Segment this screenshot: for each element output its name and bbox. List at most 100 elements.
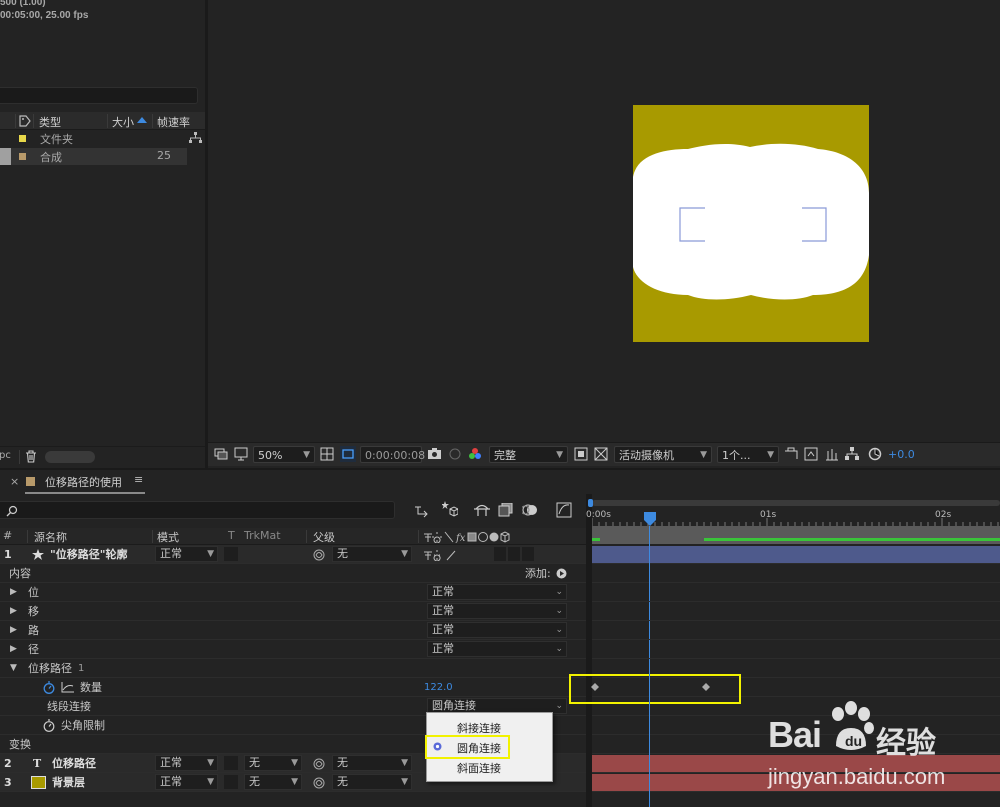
parent-select[interactable]: 无 ▼ [332, 546, 412, 562]
column-parent[interactable]: 父级 [313, 529, 335, 545]
column-fps[interactable]: 帧速率 [157, 114, 190, 130]
blend-mode-select[interactable]: 正常 ▼ [155, 546, 218, 562]
close-tab-icon[interactable]: × [10, 475, 19, 488]
mask-visibility-icon[interactable] [340, 446, 356, 462]
preserve-transparency-toggle[interactable] [224, 756, 238, 770]
column-size[interactable]: 大小 [112, 114, 134, 130]
project-item-comp[interactable]: 合成 25 [0, 148, 187, 165]
layer-name[interactable]: "位移路径"轮廓 [50, 545, 127, 564]
thumbnail-size-slider[interactable] [45, 451, 95, 463]
group-blend-select[interactable]: 正常 ⌄ [427, 603, 567, 619]
group-blend-select[interactable]: 正常 ⌄ [427, 622, 567, 638]
comp-mini-flowchart-icon[interactable] [414, 504, 428, 518]
amount-row[interactable]: 数量 122.0 [0, 678, 586, 697]
expand-arrow-right-icon[interactable]: ▶ [10, 640, 17, 659]
reset-exposure-icon[interactable] [868, 447, 882, 461]
exposure-value[interactable]: +0.0 [888, 446, 915, 463]
timeline-tab-title[interactable]: 位移路径的使用 [45, 474, 122, 490]
frame-blending-icon[interactable] [498, 503, 514, 517]
transparency-grid-icon[interactable] [594, 447, 608, 461]
snapshot-camera-icon[interactable] [427, 447, 442, 461]
layer-row-1[interactable]: 1 "位移路径"轮廓 正常 ▼ 无 ▼ [0, 545, 586, 564]
parent-value: 无 [337, 775, 348, 788]
shape-group-row[interactable]: ▶ 径 正常 ⌄ [0, 640, 586, 659]
layer-duration-bar[interactable] [592, 546, 1000, 563]
camera-select[interactable]: 活动摄像机 ▼ [614, 446, 712, 463]
composition-viewer[interactable] [208, 0, 1000, 442]
project-search-input[interactable] [0, 87, 198, 104]
shy-layers-icon[interactable] [474, 503, 490, 517]
expand-arrow-down-icon[interactable]: ▼ [10, 659, 17, 678]
column-mode[interactable]: 模式 [157, 529, 179, 545]
flowchart-icon[interactable] [845, 447, 859, 461]
add-play-icon[interactable] [556, 568, 567, 579]
layer-name[interactable]: 背景层 [52, 773, 85, 792]
layer-bar-track-1[interactable] [592, 545, 1000, 564]
time-navigator[interactable] [588, 499, 1000, 507]
expand-arrow-right-icon[interactable]: ▶ [10, 602, 17, 621]
group-blend-select[interactable]: 正常 ⌄ [427, 584, 567, 600]
column-source-name[interactable]: 源名称 [34, 529, 67, 545]
column-type[interactable]: 类型 [39, 114, 61, 130]
shape-group-label[interactable]: 位 [28, 583, 39, 602]
layer-name[interactable]: 位移路径 [52, 754, 96, 773]
label-tag-icon[interactable] [19, 115, 31, 127]
column-trkmat[interactable]: TrkMat [244, 529, 281, 542]
preserve-transparency-toggle[interactable] [224, 775, 238, 789]
offset-paths-row[interactable]: ▼ 位移路径 1 [0, 659, 586, 678]
property-content-row[interactable]: 内容 添加: [0, 564, 586, 583]
color-channels-icon[interactable] [468, 447, 482, 461]
shape-group-label[interactable]: 径 [28, 640, 39, 659]
show-snapshot-icon[interactable] [448, 447, 462, 461]
graph-editor-icon[interactable] [556, 502, 572, 518]
flowchart-icon[interactable] [189, 132, 202, 144]
timecode-display[interactable]: 0:00:00:08 [360, 446, 425, 463]
column-t[interactable]: T [228, 529, 235, 542]
group-blend-select[interactable]: 正常 ⌄ [427, 641, 567, 657]
timeline-icon[interactable] [825, 447, 839, 461]
resolution-select[interactable]: 完整 ▼ [489, 446, 568, 463]
parent-select[interactable]: 无 ▼ [332, 774, 412, 790]
shape-group-label[interactable]: 路 [28, 621, 39, 640]
timeline-search-input[interactable] [0, 501, 395, 519]
amount-value[interactable]: 122.0 [424, 678, 453, 697]
pick-whip-icon[interactable] [313, 758, 325, 770]
shape-group-row[interactable]: ▶ 路 正常 ⌄ [0, 621, 586, 640]
trkmat-select[interactable]: 无 ▼ [244, 774, 302, 790]
blend-mode-select[interactable]: 正常 ▼ [155, 774, 218, 790]
parent-select[interactable]: 无 ▼ [332, 755, 412, 771]
graph-icon[interactable] [61, 682, 74, 693]
trash-icon[interactable] [25, 450, 37, 463]
stopwatch-icon[interactable] [43, 719, 55, 732]
expand-arrow-right-icon[interactable]: ▶ [10, 583, 17, 602]
views-select[interactable]: 1个... ▼ [717, 446, 779, 463]
draft-3d-icon[interactable] [442, 501, 458, 517]
shape-group-label[interactable]: 移 [28, 602, 39, 621]
toggle-pixel-icon[interactable] [784, 447, 798, 461]
preserve-transparency-toggle[interactable] [224, 547, 238, 561]
shape-group-row[interactable]: ▶ 位 正常 ⌄ [0, 583, 586, 602]
blend-mode-select[interactable]: 正常 ▼ [155, 755, 218, 771]
work-area-bar[interactable] [592, 526, 1000, 544]
magnification-select[interactable]: 50% ▼ [253, 446, 315, 463]
monitor-icon[interactable] [234, 447, 248, 461]
project-item-folder[interactable]: 文件夹 [0, 130, 205, 147]
expand-arrow-right-icon[interactable]: ▶ [10, 621, 17, 640]
motion-blur-icon[interactable] [522, 503, 538, 517]
trkmat-select[interactable]: 无 ▼ [244, 755, 302, 771]
shape-group-row[interactable]: ▶ 移 正常 ⌄ [0, 602, 586, 621]
pick-whip-icon[interactable] [313, 777, 325, 789]
add-button[interactable]: 添加: [525, 564, 551, 583]
tab-menu-icon[interactable]: ≡ [134, 473, 143, 486]
resolution-grid-icon[interactable] [320, 447, 334, 461]
menu-item-bevel-join[interactable]: 斜面连接 [427, 757, 552, 777]
always-preview-icon[interactable] [214, 447, 228, 461]
navigator-start-handle[interactable] [588, 499, 593, 507]
current-time-indicator-head[interactable] [643, 512, 657, 528]
pick-whip-icon[interactable] [313, 549, 325, 561]
layer-switches[interactable] [423, 549, 463, 561]
fast-preview-icon[interactable] [804, 447, 818, 461]
stopwatch-icon[interactable] [43, 681, 55, 694]
menu-item-miter-join[interactable]: 斜接连接 [427, 717, 552, 737]
region-of-interest-icon[interactable] [574, 447, 588, 461]
